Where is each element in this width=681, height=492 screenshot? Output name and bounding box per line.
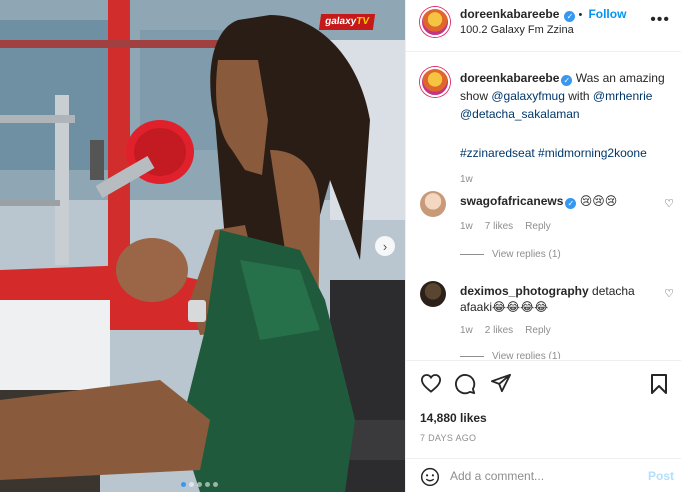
view-replies-button[interactable]: View replies (1) [460, 249, 561, 260]
galaxy-tv-logo: galaxyTV [318, 14, 376, 30]
comment-reply-button[interactable]: Reply [525, 325, 551, 336]
verified-badge-icon: ✓ [561, 75, 573, 86]
comment-time[interactable]: 1w [460, 325, 473, 336]
comment-text-row: swagofafricanews ✓ 😢😢😢 [460, 193, 670, 209]
add-comment-input[interactable] [450, 467, 630, 485]
carousel-dots [181, 482, 218, 487]
likes-count[interactable]: 14,880 likes [420, 411, 487, 425]
caption-text-mid: with [564, 89, 593, 103]
caption-avatar[interactable] [420, 67, 450, 97]
comment-body: 😢😢😢 [579, 194, 618, 208]
comment-meta: 1w 2 likes Reply [460, 325, 551, 336]
header-separator: • [578, 9, 583, 21]
share-icon[interactable] [490, 373, 512, 393]
bookmark-icon[interactable] [650, 373, 668, 395]
author-avatar[interactable] [420, 7, 450, 37]
caption-time[interactable]: 1w [460, 174, 473, 185]
commenter-username[interactable]: swagofafricanews [460, 194, 563, 208]
caption-hashtags[interactable]: #zzinaredseat #midmorning2koone [460, 146, 647, 160]
carousel-dot [181, 482, 186, 487]
add-comment-bar: Post [406, 458, 681, 492]
post-photo [0, 0, 405, 492]
comment-like-heart-icon[interactable]: ♡ [664, 287, 674, 300]
commenter-avatar[interactable] [420, 191, 446, 217]
view-replies-label: View replies (1) [492, 249, 561, 260]
mention-detacha[interactable]: @detacha_sakalaman [460, 107, 580, 121]
carousel-dot [205, 482, 210, 487]
comment-time[interactable]: 1w [460, 221, 473, 232]
comment-icon[interactable] [454, 373, 476, 395]
mention-mrhenrie[interactable]: @mrhenrie [593, 89, 653, 103]
verified-badge-icon: ✓ [564, 11, 576, 22]
instagram-post-modal: galaxyTV › doreenkabareebe ✓ • Follow 10… [0, 0, 681, 492]
logo-text-tv: TV [355, 16, 370, 27]
replies-line [460, 254, 484, 255]
commenter-username[interactable]: deximos_photography [460, 284, 589, 298]
carousel-dot [197, 482, 202, 487]
comment-reply-button[interactable]: Reply [525, 221, 551, 232]
post-actions: 14,880 likes 7 DAYS AGO [406, 360, 681, 456]
view-replies-label: View replies (1) [492, 351, 561, 359]
verified-badge-icon: ✓ [565, 198, 577, 209]
caption-username[interactable]: doreenkabareebe [460, 71, 559, 85]
post-date[interactable]: 7 DAYS AGO [420, 433, 476, 443]
comment-likes[interactable]: 2 likes [485, 325, 513, 336]
mention-galaxyfmug[interactable]: @galaxyfmug [491, 89, 565, 103]
author-username[interactable]: doreenkabareebe [460, 7, 559, 21]
smiley-icon[interactable] [420, 467, 440, 487]
replies-line [460, 356, 484, 357]
follow-button[interactable]: Follow [588, 7, 626, 21]
heart-icon[interactable] [420, 373, 442, 393]
comment-text-row: deximos_photography detacha afaaki😂😂😂😂 [460, 283, 670, 315]
comment-meta: 1w 7 likes Reply [460, 221, 551, 232]
post-side-panel: doreenkabareebe ✓ • Follow 100.2 Galaxy … [405, 0, 681, 492]
more-options-icon[interactable]: ••• [650, 11, 670, 29]
post-media[interactable]: galaxyTV › [0, 0, 405, 492]
comments-section[interactable]: doreenkabareebe ✓ Was an amazing show @ga… [406, 53, 681, 359]
post-comment-button[interactable]: Post [648, 469, 674, 483]
comment-likes[interactable]: 7 likes [485, 221, 513, 232]
logo-text-galaxy: galaxy [324, 16, 357, 27]
carousel-dot [213, 482, 218, 487]
caption-text: doreenkabareebe ✓ Was an amazing show @ga… [460, 69, 681, 123]
chevron-right-icon: › [382, 238, 388, 254]
post-location[interactable]: 100.2 Galaxy Fm Zzina [460, 24, 574, 36]
comment-like-heart-icon[interactable]: ♡ [664, 197, 674, 210]
carousel-next-button[interactable]: › [375, 236, 395, 256]
commenter-avatar[interactable] [420, 281, 446, 307]
carousel-dot [189, 482, 194, 487]
post-header: doreenkabareebe ✓ • Follow 100.2 Galaxy … [406, 0, 681, 52]
author-name-row: doreenkabareebe ✓ • Follow [460, 7, 626, 22]
view-replies-button[interactable]: View replies (1) [460, 351, 561, 359]
